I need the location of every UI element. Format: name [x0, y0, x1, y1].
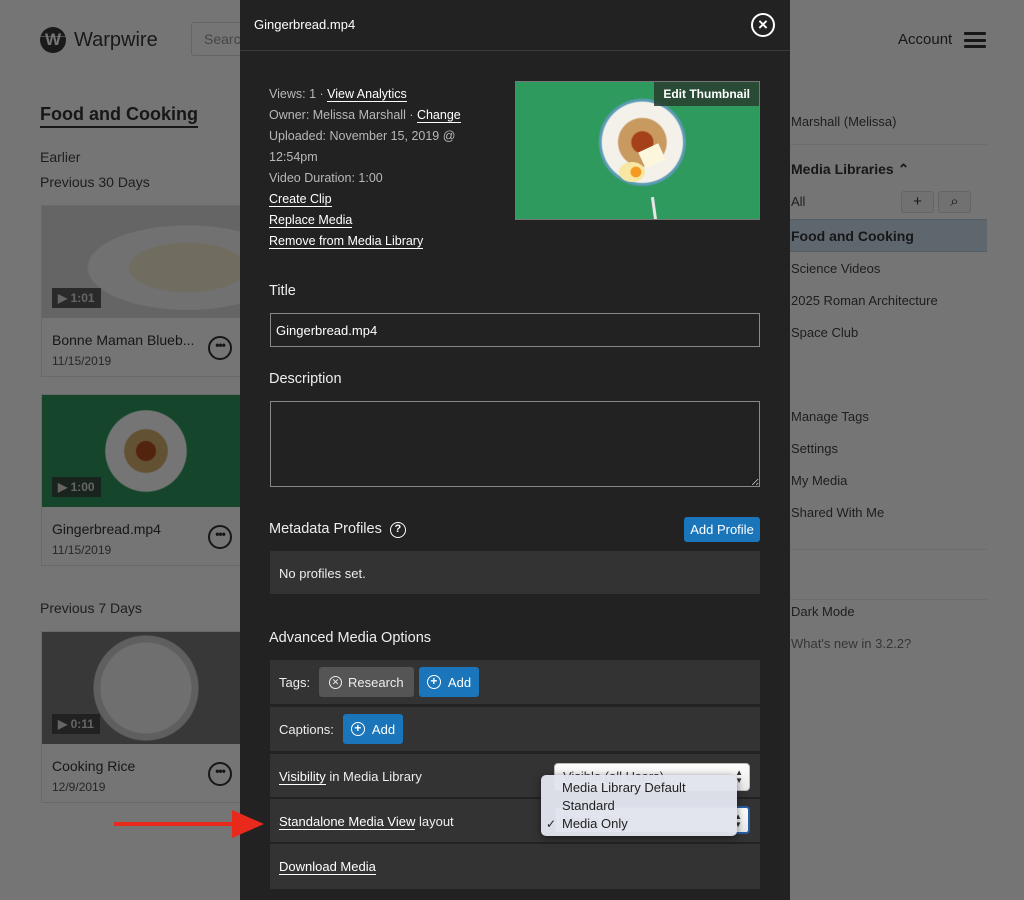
- replace-media-link[interactable]: Replace Media: [269, 213, 353, 228]
- add-profile-button[interactable]: Add Profile: [684, 517, 760, 542]
- view-analytics-link[interactable]: View Analytics: [327, 87, 407, 102]
- visibility-help-link[interactable]: Visibility: [279, 769, 326, 785]
- tags-row: Tags: ✕ Research + Add: [270, 660, 760, 704]
- video-duration: Video Duration: 1:00: [269, 171, 383, 185]
- description-textarea[interactable]: [270, 401, 760, 487]
- title-label: Title: [269, 283, 296, 299]
- dropdown-option-standard[interactable]: Standard: [541, 797, 737, 815]
- metadata-profiles-label: Metadata Profiles?: [269, 521, 406, 538]
- video-thumbnail: Edit Thumbnail: [515, 81, 760, 220]
- remove-from-library-link[interactable]: Remove from Media Library: [269, 234, 424, 249]
- close-icon[interactable]: ×: [751, 13, 775, 37]
- advanced-options-heading: Advanced Media Options: [269, 630, 432, 646]
- media-meta: Views: 1 · View Analytics Owner: Melissa…: [269, 84, 461, 252]
- uploaded-date: Uploaded: November 15, 2019 @: [269, 129, 456, 143]
- profiles-panel: No profiles set.: [270, 551, 760, 594]
- plus-circle-icon: +: [350, 722, 365, 736]
- standalone-view-help-link[interactable]: Standalone Media View: [279, 814, 416, 830]
- layout-dropdown-menu: Media Library Default Standard ✓ Media On…: [541, 775, 737, 836]
- annotation-arrow-icon: [114, 810, 264, 838]
- uploaded-time: 12:54pm: [269, 150, 318, 164]
- create-clip-link[interactable]: Create Clip: [269, 192, 332, 207]
- help-icon[interactable]: ?: [389, 522, 406, 538]
- tag-label: Research: [348, 674, 404, 690]
- download-row: Download Media: [270, 844, 760, 889]
- owner-label: Owner: Melissa Marshall ·: [269, 108, 417, 122]
- media-details-modal: Gingerbread.mp4 × Views: 1 · View Analyt…: [240, 0, 790, 900]
- remove-tag-icon[interactable]: ✕: [329, 675, 342, 689]
- modal-title: Gingerbread.mp4: [254, 17, 356, 32]
- captions-label: Captions:: [279, 722, 334, 737]
- edit-thumbnail-button[interactable]: Edit Thumbnail: [654, 82, 759, 106]
- title-input[interactable]: [270, 313, 760, 347]
- dropdown-option-media-only[interactable]: ✓ Media Only: [541, 815, 737, 833]
- description-label: Description: [269, 371, 342, 387]
- add-caption-button[interactable]: + Add: [343, 714, 403, 744]
- plus-circle-icon: +: [426, 675, 441, 689]
- change-owner-link[interactable]: Change: [416, 108, 461, 123]
- add-tag-button[interactable]: + Add: [419, 667, 479, 697]
- tags-label: Tags:: [279, 675, 311, 690]
- download-media-link[interactable]: Download Media: [279, 859, 376, 875]
- no-profiles-text: No profiles set.: [279, 566, 366, 581]
- dropdown-option-media-library-default[interactable]: Media Library Default: [541, 779, 737, 797]
- checkmark-icon: ✓: [546, 817, 557, 831]
- tag-chip[interactable]: ✕ Research: [319, 667, 414, 697]
- captions-row: Captions: + Add: [270, 707, 760, 751]
- modal-header: Gingerbread.mp4 ×: [240, 0, 790, 51]
- views-count: Views: 1 ·: [269, 87, 328, 101]
